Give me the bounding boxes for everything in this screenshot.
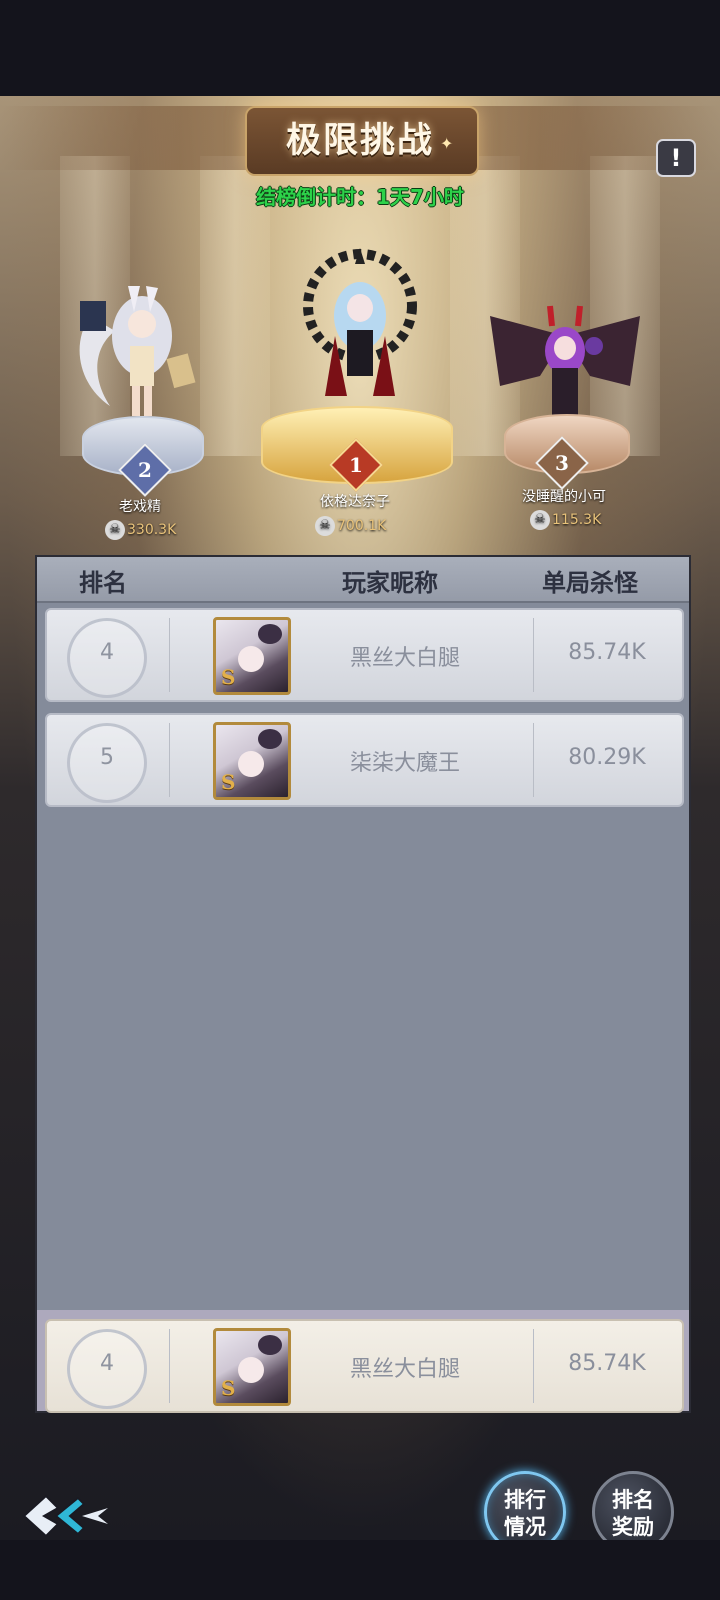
podium-second-place[interactable]: 2 老戏精 ☠ 330.3K bbox=[60, 276, 220, 556]
table-row[interactable]: 5 S 柒柒大魔王 80.29K bbox=[45, 713, 684, 807]
self-rank-row[interactable]: 4 S 黑丝大白腿 85.74K bbox=[45, 1319, 684, 1413]
navigation-bar-area bbox=[0, 1540, 720, 1600]
player-sprite bbox=[490, 305, 640, 418]
avatar[interactable]: S bbox=[213, 722, 291, 800]
row-rank: 4 bbox=[100, 640, 114, 665]
sparkle-icon: ✦ bbox=[440, 134, 454, 153]
countdown-timer: 结榜倒计时：1天7小时 bbox=[256, 185, 464, 209]
divider bbox=[533, 723, 534, 797]
row-player-name: 黑丝大白腿 bbox=[349, 646, 460, 671]
player-sprite bbox=[303, 248, 417, 396]
header-rank: 排名 bbox=[79, 569, 127, 597]
avatar[interactable]: S bbox=[213, 1328, 291, 1406]
skull-icon: ☠ bbox=[530, 510, 550, 530]
divider bbox=[169, 723, 170, 797]
status-bar-area bbox=[0, 0, 720, 96]
row-score: 85.74K bbox=[568, 1351, 646, 1376]
leaderboard-screen: 极限挑战 ✦ ! 结榜倒计时：1天7小时 2 老戏精 ☠ 330.3K 1 依格… bbox=[0, 96, 720, 1540]
ranking-board: 排名 玩家昵称 单局杀怪 4 S 黑丝大白腿 85.74K 5 S 柒柒大魔王 … bbox=[35, 555, 691, 1413]
skull-icon: ☠ bbox=[315, 516, 335, 536]
divider bbox=[533, 1329, 534, 1403]
table-row[interactable]: 4 S 黑丝大白腿 85.74K bbox=[45, 608, 684, 702]
header-kills: 单局杀怪 bbox=[542, 569, 638, 597]
podium-first-place[interactable]: 1 依格达奈子 ☠ 700.1K bbox=[255, 246, 465, 546]
podium-score: ☠ 115.3K bbox=[530, 510, 670, 530]
exclamation-icon[interactable]: ! bbox=[656, 139, 696, 177]
podium-score: ☠ 700.1K bbox=[315, 516, 455, 536]
divider bbox=[533, 618, 534, 692]
podium-third-place[interactable]: 3 没睡醒的小可 ☠ 115.3K bbox=[480, 296, 650, 556]
player-sprite bbox=[79, 286, 196, 416]
row-player-name: 柒柒大魔王 bbox=[349, 751, 460, 776]
avatar[interactable]: S bbox=[213, 617, 291, 695]
skull-icon: ☠ bbox=[105, 520, 125, 540]
podium-player-name: 没睡醒的小可 bbox=[522, 489, 606, 505]
row-score: 85.74K bbox=[568, 640, 646, 665]
podium-player-name: 依格达奈子 bbox=[320, 494, 390, 510]
row-rank: 4 bbox=[100, 1351, 114, 1376]
header-player: 玩家昵称 bbox=[342, 569, 438, 597]
row-player-name: 黑丝大白腿 bbox=[349, 1357, 460, 1382]
divider bbox=[169, 618, 170, 692]
row-score: 80.29K bbox=[568, 745, 646, 770]
podium-player-name: 老戏精 bbox=[119, 499, 161, 515]
self-rank-bar: 4 S 黑丝大白腿 85.74K bbox=[37, 1310, 689, 1413]
back-arrow-icon[interactable] bbox=[18, 1490, 112, 1542]
podium-score: ☠ 330.3K bbox=[105, 520, 245, 540]
table-header: 排名 玩家昵称 单局杀怪 bbox=[37, 557, 689, 603]
divider bbox=[169, 1329, 170, 1403]
row-rank: 5 bbox=[100, 745, 114, 770]
